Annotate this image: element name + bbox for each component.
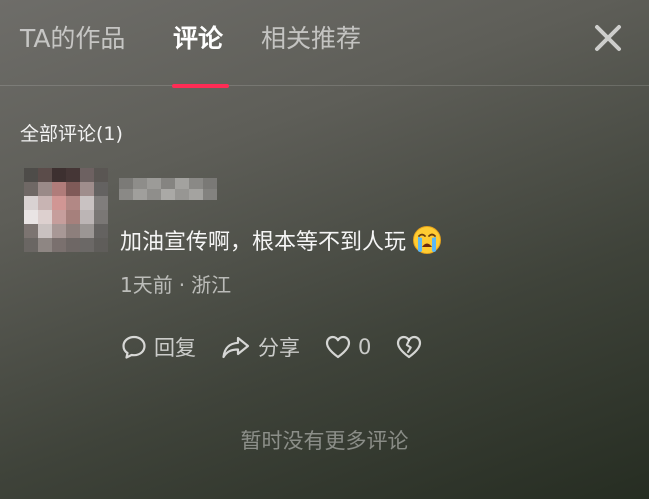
like-button[interactable]: 0: [324, 333, 371, 361]
comment-body: 加油宣传啊，根本等不到人玩: [120, 230, 407, 255]
username-blurred[interactable]: [119, 178, 217, 200]
comments-count-heading: 全部评论(1): [20, 123, 123, 145]
tab-related[interactable]: 相关推荐: [261, 22, 361, 56]
comment-location: 浙江: [191, 273, 232, 297]
tab-comments[interactable]: 评论: [173, 22, 223, 56]
comment-meta: 1天前 · 浙江: [120, 270, 231, 300]
avatar[interactable]: [24, 168, 108, 252]
share-button[interactable]: 分享: [220, 332, 300, 362]
comment-time: 1天前: [120, 273, 173, 297]
tab-bar: TA的作品 评论 相关推荐: [0, 0, 649, 86]
active-tab-indicator: [172, 84, 229, 88]
meta-separator: ·: [178, 273, 186, 297]
speech-bubble-icon: [122, 335, 146, 359]
no-more-comments-text: 暂时没有更多评论: [240, 429, 409, 453]
share-label: 分享: [258, 336, 300, 360]
tab-works[interactable]: TA的作品: [20, 22, 125, 56]
dislike-button[interactable]: [395, 333, 423, 361]
close-icon: [595, 25, 621, 51]
reply-button[interactable]: 回复: [120, 332, 196, 362]
crying-emoji-icon: [412, 225, 442, 255]
comment-panel: TA的作品 评论 相关推荐 全部评论(1) 加油宣传啊，根本等不到人玩 1天前 ·…: [0, 0, 649, 499]
broken-heart-icon: [397, 335, 422, 359]
comment-actions: 回复 分享 0: [120, 330, 423, 364]
heart-icon: [325, 335, 351, 359]
like-count: 0: [358, 335, 372, 359]
reply-label: 回复: [154, 336, 196, 360]
share-arrow-icon: [222, 336, 250, 359]
comment-text: 加油宣传啊，根本等不到人玩: [120, 225, 442, 259]
close-button[interactable]: [590, 20, 626, 56]
